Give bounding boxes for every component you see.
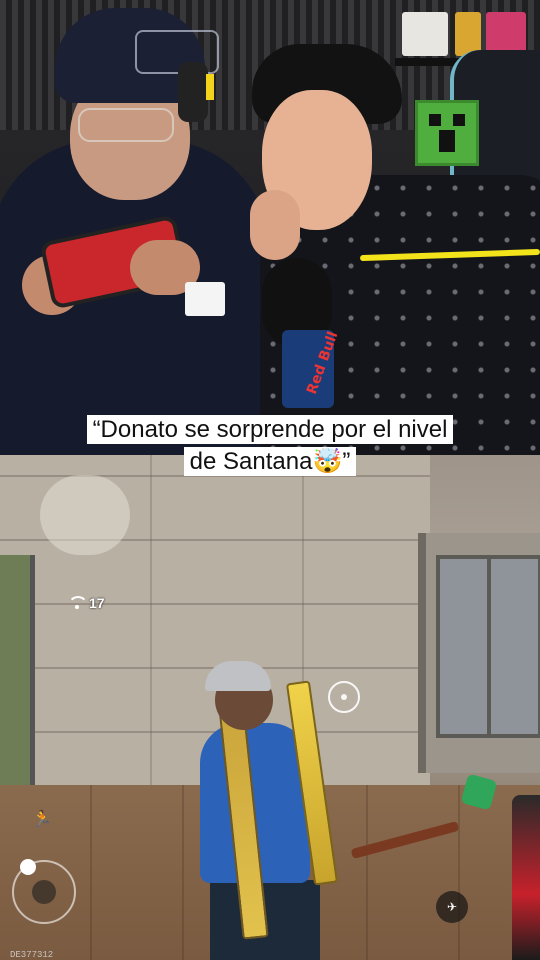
caption-line-2: de Santana🤯” xyxy=(183,447,357,476)
streamer-camera: Red Bull xyxy=(0,0,540,455)
aim-icon[interactable]: ✈ xyxy=(436,891,468,923)
glasses xyxy=(78,108,174,142)
caption-line-1: “Donato se sorprende por el nivel xyxy=(86,415,454,444)
video-caption: “Donato se sorprende por el nivel de San… xyxy=(0,414,540,478)
wall-emblem xyxy=(40,475,130,555)
movement-joystick[interactable] xyxy=(12,860,76,924)
crosshair-icon xyxy=(328,681,360,713)
run-icon[interactable]: 🏃 xyxy=(32,809,52,829)
headphone-icon xyxy=(178,62,214,122)
wifi-icon xyxy=(68,596,88,610)
shelf-plaque xyxy=(402,12,448,56)
ping-value: 17 xyxy=(89,595,105,611)
player-id: DE377312 xyxy=(10,950,54,960)
ping-indicator: 17 xyxy=(68,595,105,611)
game-view[interactable]: 17 🏃 ✈ DE377312 xyxy=(0,455,540,960)
phone-adapter xyxy=(185,282,225,316)
metal-door xyxy=(436,555,540,738)
teammate xyxy=(512,795,540,960)
creeper-figure xyxy=(415,100,479,166)
hand-on-mouth xyxy=(250,190,300,260)
